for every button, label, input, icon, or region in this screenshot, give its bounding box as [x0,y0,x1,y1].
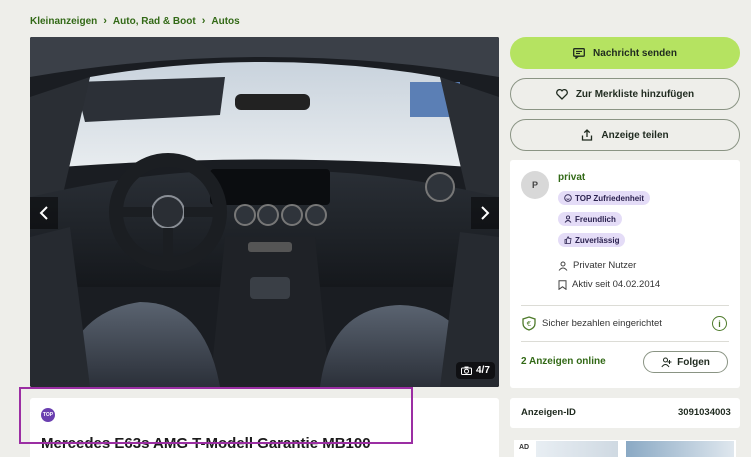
divider [521,305,729,306]
advertisement-image[interactable] [536,441,618,457]
badge-zuverlaessig: Zuverlässig [558,233,626,247]
badge-freundlich: Freundlich [558,212,622,226]
chevron-right-icon: › [103,15,107,27]
add-user-icon [661,357,672,367]
chevron-left-icon [39,206,48,220]
secure-payment-label: Sicher bezahlen eingerichtet [542,318,662,329]
active-since-label: Aktiv seit 04.02.2014 [572,279,661,290]
badge-label: Freundlich [575,214,616,224]
advertisement-image[interactable] [626,441,734,457]
image-counter: 4/7 [456,362,495,379]
breadcrumb-item-autos[interactable]: Autos [211,16,239,27]
badge-label: TOP Zufriedenheit [575,193,645,203]
info-icon[interactable]: i [712,316,727,331]
share-icon [582,129,593,141]
divider [521,341,729,342]
highlight-box [19,387,413,444]
user-icon [558,261,568,271]
thumbs-up-icon [564,236,572,244]
badge-label: Zuverlässig [575,235,620,245]
share-ad-label: Anzeige teilen [601,129,669,141]
image-gallery[interactable]: 4/7 [30,37,499,387]
secure-payment: € Sicher bezahlen eingerichtet [522,316,662,331]
heart-icon [555,88,568,100]
follow-button[interactable]: Folgen [643,351,728,373]
chevron-right-icon: › [201,15,206,27]
breadcrumb: Kleinanzeigen › Auto, Rad & Boot › Autos [30,15,240,27]
seller-type-label: Privater Nutzer [573,260,637,271]
seller-name[interactable]: privat [558,172,585,183]
avatar[interactable]: P [521,171,549,199]
smiley-icon [564,194,572,202]
shield-euro-icon: € [522,316,536,331]
gallery-next-button[interactable] [471,197,499,229]
online-ads-link[interactable]: 2 Anzeigen online [521,356,606,367]
follow-label: Folgen [677,356,710,368]
bookmark-icon [558,279,567,290]
share-ad-button[interactable]: Anzeige teilen [510,119,740,151]
active-since: Aktiv seit 04.02.2014 [558,279,660,290]
image-counter-text: 4/7 [476,365,490,376]
badge-top-zufriedenheit: TOP Zufriedenheit [558,191,651,205]
seller-type: Privater Nutzer [558,260,636,271]
svg-text:€: € [527,320,531,328]
add-to-watchlist-label: Zur Merkliste hinzufügen [575,88,695,100]
person-icon [564,215,572,223]
camera-icon [461,366,472,375]
advertisement-label: AD [519,444,530,451]
send-message-label: Nachricht senden [593,47,677,59]
gallery-prev-button[interactable] [30,197,58,229]
message-icon [573,47,585,59]
add-to-watchlist-button[interactable]: Zur Merkliste hinzufügen [510,78,740,110]
car-interior-photo [30,37,499,387]
breadcrumb-item-kleinanzeigen[interactable]: Kleinanzeigen [30,16,97,27]
send-message-button[interactable]: Nachricht senden [510,37,740,69]
chevron-right-icon [481,206,490,220]
ad-id-value: 3091034003 [678,407,731,418]
ad-id-label: Anzeigen-ID [521,407,576,418]
breadcrumb-item-auto-rad-boot[interactable]: Auto, Rad & Boot [113,16,196,27]
